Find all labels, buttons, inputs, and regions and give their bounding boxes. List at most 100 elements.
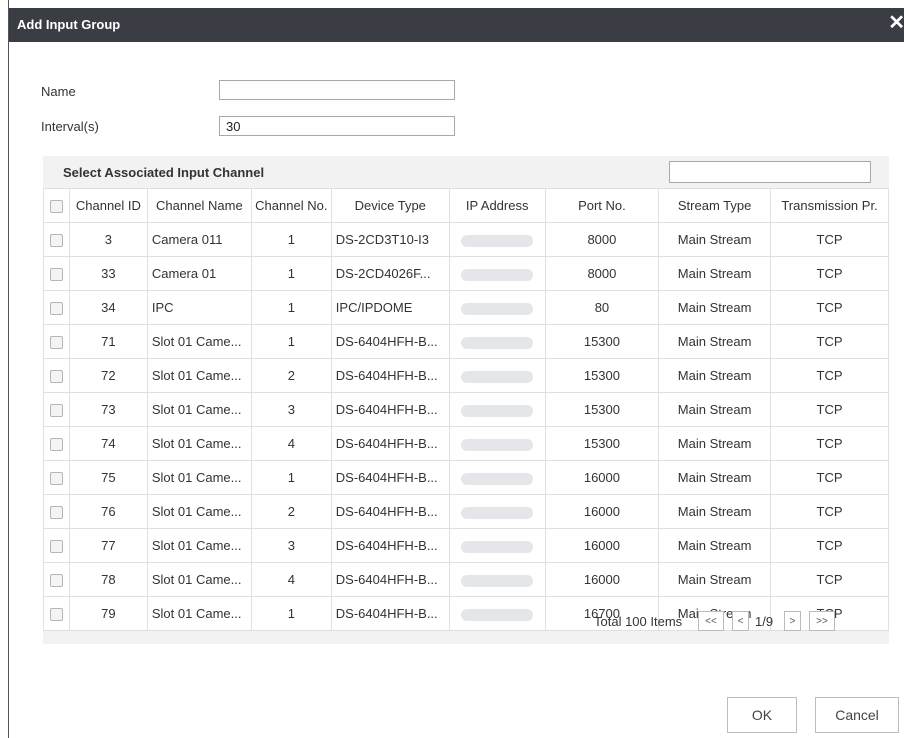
- ip-address-cell: [448, 358, 546, 393]
- col-port-no[interactable]: Port No.: [544, 188, 660, 223]
- stream-type-cell: Main Stream: [658, 426, 772, 461]
- interval-input[interactable]: [219, 116, 455, 136]
- first-page-button[interactable]: <<: [698, 611, 724, 631]
- channel-no-cell: 2: [250, 358, 332, 393]
- table-row[interactable]: 33 Camera 01 1 DS-2CD4026F... 8000 Main Strea…: [43, 256, 889, 291]
- name-input[interactable]: [219, 80, 455, 100]
- col-device-type[interactable]: Device Type: [330, 188, 450, 223]
- table-row[interactable]: 74 Slot 01 Came... 4 DS-6404HFH-B... 15300 Ma…: [43, 426, 889, 461]
- table-row[interactable]: 72 Slot 01 Came... 2 DS-6404HFH-B... 15300 Ma…: [43, 358, 889, 393]
- channel-name-cell: Slot 01 Came...: [146, 528, 252, 563]
- col-ip-address[interactable]: IP Address: [448, 188, 546, 223]
- row-checkbox[interactable]: [49, 268, 63, 282]
- row-select-cell: [43, 426, 70, 461]
- channel-name-cell: Slot 01 Came...: [146, 426, 252, 461]
- col-transmission[interactable]: Transmission Pr.: [770, 188, 889, 223]
- port-no-cell: 16000: [544, 528, 660, 563]
- dialog-title: Add Input Group: [17, 17, 121, 32]
- channel-search-input[interactable]: [669, 161, 871, 183]
- channel-id-cell: 74: [68, 426, 148, 461]
- channel-id-cell: 3: [68, 222, 148, 257]
- channel-name-cell: Slot 01 Came...: [146, 494, 252, 529]
- transmission-cell: TCP: [770, 562, 889, 597]
- name-label: Name: [41, 84, 76, 99]
- transmission-cell: TCP: [770, 426, 889, 461]
- ip-address-cell: [448, 528, 546, 563]
- port-no-cell: 16000: [544, 562, 660, 597]
- row-select-cell: [43, 562, 70, 597]
- redacted-ip: [461, 540, 534, 553]
- stream-type-cell: Main Stream: [658, 222, 772, 257]
- channel-id-cell: 75: [68, 460, 148, 495]
- device-type-cell: IPC/IPDOME: [330, 290, 450, 325]
- col-stream-type[interactable]: Stream Type: [658, 188, 772, 223]
- channel-name-cell: Slot 01 Came...: [146, 358, 252, 393]
- device-type-cell: DS-2CD3T10-I3: [330, 222, 450, 257]
- stream-type-cell: Main Stream: [658, 290, 772, 325]
- channel-table: Channel ID Channel Name Channel No. Devi…: [43, 188, 889, 631]
- channel-no-cell: 4: [250, 562, 332, 597]
- transmission-cell: TCP: [770, 460, 889, 495]
- col-channel-name[interactable]: Channel Name: [146, 188, 252, 223]
- stream-type-cell: Main Stream: [658, 324, 772, 359]
- transmission-cell: TCP: [770, 528, 889, 563]
- port-no-cell: 8000: [544, 256, 660, 291]
- row-checkbox[interactable]: [49, 302, 63, 316]
- device-type-cell: DS-2CD4026F...: [330, 256, 450, 291]
- stream-type-cell: Main Stream: [658, 528, 772, 563]
- row-checkbox[interactable]: [49, 574, 63, 588]
- channel-no-cell: 1: [250, 222, 332, 257]
- row-checkbox[interactable]: [49, 336, 63, 350]
- table-row[interactable]: 73 Slot 01 Came... 3 DS-6404HFH-B... 15300 Ma…: [43, 392, 889, 427]
- row-checkbox[interactable]: [49, 234, 63, 248]
- row-select-cell: [43, 494, 70, 529]
- dialog-titlebar: Add Input Group ✕: [9, 8, 904, 42]
- stream-type-cell: Main Stream: [658, 392, 772, 427]
- port-no-cell: 15300: [544, 426, 660, 461]
- table-row[interactable]: 71 Slot 01 Came... 1 DS-6404HFH-B... 15300 Ma…: [43, 324, 889, 359]
- table-row[interactable]: 76 Slot 01 Came... 2 DS-6404HFH-B... 16000 Ma…: [43, 494, 889, 529]
- pagination: Total 100 Items << < 1/9 > >>: [43, 611, 889, 633]
- row-checkbox[interactable]: [49, 472, 63, 486]
- channel-id-cell: 72: [68, 358, 148, 393]
- table-row[interactable]: 75 Slot 01 Came... 1 DS-6404HFH-B... 16000 Ma…: [43, 460, 889, 495]
- next-page-button[interactable]: >: [784, 611, 801, 631]
- device-type-cell: DS-6404HFH-B...: [330, 324, 450, 359]
- channel-no-cell: 4: [250, 426, 332, 461]
- col-channel-id[interactable]: Channel ID: [68, 188, 148, 223]
- row-checkbox[interactable]: [49, 404, 63, 418]
- channel-name-cell: Slot 01 Came...: [146, 562, 252, 597]
- channel-no-cell: 3: [250, 528, 332, 563]
- ip-address-cell: [448, 392, 546, 427]
- device-type-cell: DS-6404HFH-B...: [330, 494, 450, 529]
- ok-button[interactable]: OK: [727, 697, 797, 733]
- ip-address-cell: [448, 494, 546, 529]
- prev-page-button[interactable]: <: [732, 611, 749, 631]
- channel-id-cell: 71: [68, 324, 148, 359]
- transmission-cell: TCP: [770, 392, 889, 427]
- row-checkbox[interactable]: [49, 438, 63, 452]
- row-checkbox[interactable]: [49, 506, 63, 520]
- ip-address-cell: [448, 256, 546, 291]
- device-type-cell: DS-6404HFH-B...: [330, 528, 450, 563]
- ip-address-cell: [448, 222, 546, 257]
- table-row[interactable]: 3 Camera 011 1 DS-2CD3T10-I3 8000 Main Stream…: [43, 222, 889, 257]
- port-no-cell: 16000: [544, 460, 660, 495]
- channel-name-cell: IPC: [146, 290, 252, 325]
- close-icon[interactable]: ✕: [888, 13, 904, 33]
- table-row[interactable]: 77 Slot 01 Came... 3 DS-6404HFH-B... 16000 Ma…: [43, 528, 889, 563]
- last-page-button[interactable]: >>: [809, 611, 835, 631]
- table-row[interactable]: 78 Slot 01 Came... 4 DS-6404HFH-B... 16000 Ma…: [43, 562, 889, 597]
- ip-address-cell: [448, 324, 546, 359]
- redacted-ip: [461, 574, 534, 587]
- cancel-button[interactable]: Cancel: [815, 697, 899, 733]
- row-checkbox[interactable]: [49, 370, 63, 384]
- select-all-checkbox[interactable]: [49, 200, 63, 214]
- table-row[interactable]: 34 IPC 1 IPC/IPDOME 80 Main Stream TCP: [43, 290, 889, 325]
- row-checkbox[interactable]: [49, 540, 63, 554]
- col-channel-no[interactable]: Channel No.: [250, 188, 332, 223]
- transmission-cell: TCP: [770, 222, 889, 257]
- redacted-ip: [461, 268, 534, 281]
- transmission-cell: TCP: [770, 256, 889, 291]
- row-select-cell: [43, 528, 70, 563]
